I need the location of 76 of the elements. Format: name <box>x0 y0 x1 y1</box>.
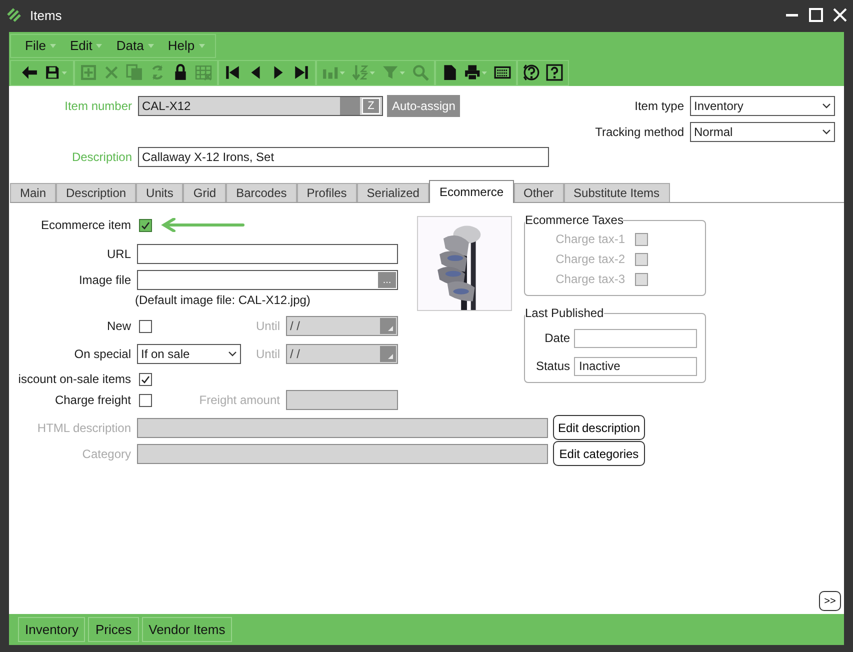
charge-freight-label: Charge freight <box>54 393 131 407</box>
chevron-icon <box>822 129 831 135</box>
item-number-field[interactable]: CAL-X12 Z <box>138 96 383 116</box>
chevron-icon <box>228 351 237 357</box>
bottom-tab-button[interactable]: Inventory <box>18 617 86 642</box>
on-special-select[interactable]: If on sale <box>137 344 241 364</box>
bottom-tab-button[interactable]: Vendor Items <box>142 617 232 642</box>
more-button[interactable]: >> <box>819 591 841 611</box>
charge-tax-label: Charge tax-1 <box>556 232 625 246</box>
help-icon[interactable] <box>546 64 563 81</box>
category-label: Category <box>81 446 131 460</box>
chevron-icon <box>822 103 831 109</box>
bottom-tab-button[interactable]: Prices <box>88 617 139 642</box>
arrow-icon <box>161 218 245 232</box>
date-field[interactable] <box>574 328 697 348</box>
tracking-method-label: Tracking method <box>595 125 684 139</box>
description-field[interactable]: Callaway X-12 Irons, Set <box>138 147 549 167</box>
save-icon[interactable] <box>44 64 68 81</box>
tab[interactable]: Main <box>10 183 56 202</box>
checkbox[interactable] <box>139 372 152 386</box>
default-image-note: (Default image file: CAL-X12.jpg) <box>135 293 310 307</box>
checkbox[interactable] <box>139 218 152 232</box>
item-number-label: Item number <box>64 99 132 113</box>
charge-tax-label: Charge tax-2 <box>556 252 625 266</box>
menu-item[interactable]: Edit <box>64 38 108 53</box>
html-description-label: HTML description <box>36 420 131 434</box>
on-special-label: On special <box>73 347 131 361</box>
checkbox[interactable] <box>139 320 152 332</box>
menu-item[interactable]: Help <box>162 38 211 53</box>
date-label: Date <box>544 331 570 345</box>
maximize-icon[interactable] <box>808 7 824 23</box>
menu-item[interactable]: Data <box>110 38 160 53</box>
tab[interactable]: Profiles <box>296 183 357 202</box>
keyboard-icon[interactable] <box>494 64 511 81</box>
charge-tax-label: Charge tax-3 <box>556 272 625 286</box>
new-label: New <box>106 319 131 333</box>
group-title: Last Published <box>525 306 604 320</box>
last-record-icon[interactable] <box>293 64 310 81</box>
menu-item[interactable]: File <box>19 38 62 53</box>
group-title: Ecommerce Taxes <box>525 213 624 227</box>
tab[interactable]: Barcodes <box>226 183 297 202</box>
first-record-icon[interactable] <box>224 64 241 81</box>
window-title: Items <box>30 8 63 22</box>
caret-icon <box>148 44 154 48</box>
checkbox[interactable] <box>139 394 152 406</box>
caret-icon <box>198 44 205 48</box>
url-field[interactable] <box>137 244 398 264</box>
freight-amount-label: Freight amount <box>199 393 280 407</box>
document-icon[interactable] <box>441 64 458 81</box>
url-label: URL <box>106 247 131 261</box>
caret-icon <box>50 44 56 48</box>
until-label: Until <box>256 347 280 361</box>
printer-icon[interactable] <box>464 64 488 81</box>
lock-icon[interactable] <box>172 64 189 81</box>
tab[interactable]: Units <box>136 183 184 202</box>
back-arrow-icon[interactable] <box>21 64 38 81</box>
tab[interactable]: Grid <box>183 183 226 202</box>
status-label: Status <box>536 359 570 373</box>
tracking-method-select[interactable]: Normal <box>690 122 835 142</box>
image-file-label: Image file <box>78 273 131 287</box>
until-label: Until <box>256 319 280 333</box>
caret-icon <box>96 44 102 48</box>
item-type-label: Item type <box>634 99 684 113</box>
description-label: Description <box>70 150 132 164</box>
help-icon[interactable] <box>523 64 540 81</box>
close-icon[interactable] <box>832 7 848 23</box>
status-field: Inactive <box>574 356 697 376</box>
discount-on-sale-label: iscount on-sale items <box>17 372 131 386</box>
tab[interactable]: Description <box>56 183 136 202</box>
tab[interactable]: Substitute Items <box>564 183 670 202</box>
tab[interactable]: Serialized <box>356 183 430 202</box>
tab[interactable]: Other <box>514 183 564 202</box>
item-type-select[interactable]: Inventory <box>690 96 835 116</box>
ecommerce-item-label: Ecommerce item <box>40 218 131 232</box>
tab[interactable]: Ecommerce <box>429 180 514 203</box>
app-logo-icon <box>6 7 22 23</box>
